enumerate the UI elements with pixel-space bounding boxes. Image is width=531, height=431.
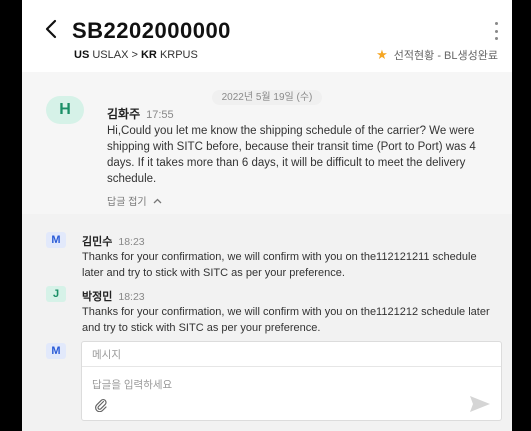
reply-author: 김민수 18:23 [82, 233, 145, 249]
reply-author: 박정민 18:23 [82, 288, 145, 304]
dot-icon [494, 29, 498, 33]
status-label: 선적현황 - BL생성완료 [393, 50, 498, 62]
more-options-button[interactable] [490, 22, 502, 40]
avatar: M [46, 232, 66, 248]
paperclip-icon[interactable] [94, 398, 108, 412]
route-separator: > [131, 49, 138, 61]
reply-time: 18:23 [118, 291, 145, 303]
header: SB2202000000 US USLAX > KR KRPUS ★ 선적현황 … [22, 0, 512, 72]
fold-replies-button[interactable]: 답글 접기 [107, 193, 162, 208]
message-author: 김화주 17:55 [107, 105, 174, 122]
fold-label: 답글 접기 [107, 197, 147, 208]
dot-icon [494, 22, 498, 25]
app-window: SB2202000000 US USLAX > KR KRPUS ★ 선적현황 … [22, 0, 512, 431]
avatar: J [46, 286, 66, 302]
dot-icon [494, 37, 498, 40]
origin-port: USLAX [92, 49, 129, 61]
send-icon[interactable] [469, 395, 491, 413]
message-text: Hi,Could you let me know the shipping sc… [107, 125, 476, 185]
reply-time: 18:23 [118, 236, 145, 248]
author-name: 김화주 [107, 107, 141, 121]
reply-input[interactable]: 답글을 입력하세요 [92, 377, 172, 392]
origin-country: US [74, 49, 90, 61]
message-subject-input[interactable]: 메시지 [82, 342, 501, 367]
reply-text: Thanks for your confirmation, we will co… [82, 251, 477, 279]
avatar: M [46, 343, 66, 359]
page-title: SB2202000000 [72, 18, 231, 43]
chevron-left-icon [45, 19, 57, 39]
avatar: H [46, 96, 84, 124]
route-info: US USLAX > KR KRPUS [74, 49, 198, 61]
dest-port: KRPUS [159, 49, 198, 61]
reply-composer: 메시지 답글을 입력하세요 [81, 341, 502, 421]
reply-text: Thanks for your confirmation, we will co… [82, 306, 490, 334]
back-button[interactable] [40, 18, 62, 40]
dest-country: KR [140, 49, 157, 61]
author-name: 박정민 [82, 291, 113, 303]
chevron-up-icon [153, 198, 162, 203]
star-icon: ★ [376, 47, 388, 62]
message-time: 17:55 [146, 109, 174, 121]
date-label: 2022년 5월 19일 (수) [211, 90, 323, 105]
author-name: 김민수 [82, 236, 113, 248]
date-separator: 2022년 5월 19일 (수) [22, 88, 512, 105]
shipment-status: ★ 선적현황 - BL생성완료 [376, 47, 498, 63]
